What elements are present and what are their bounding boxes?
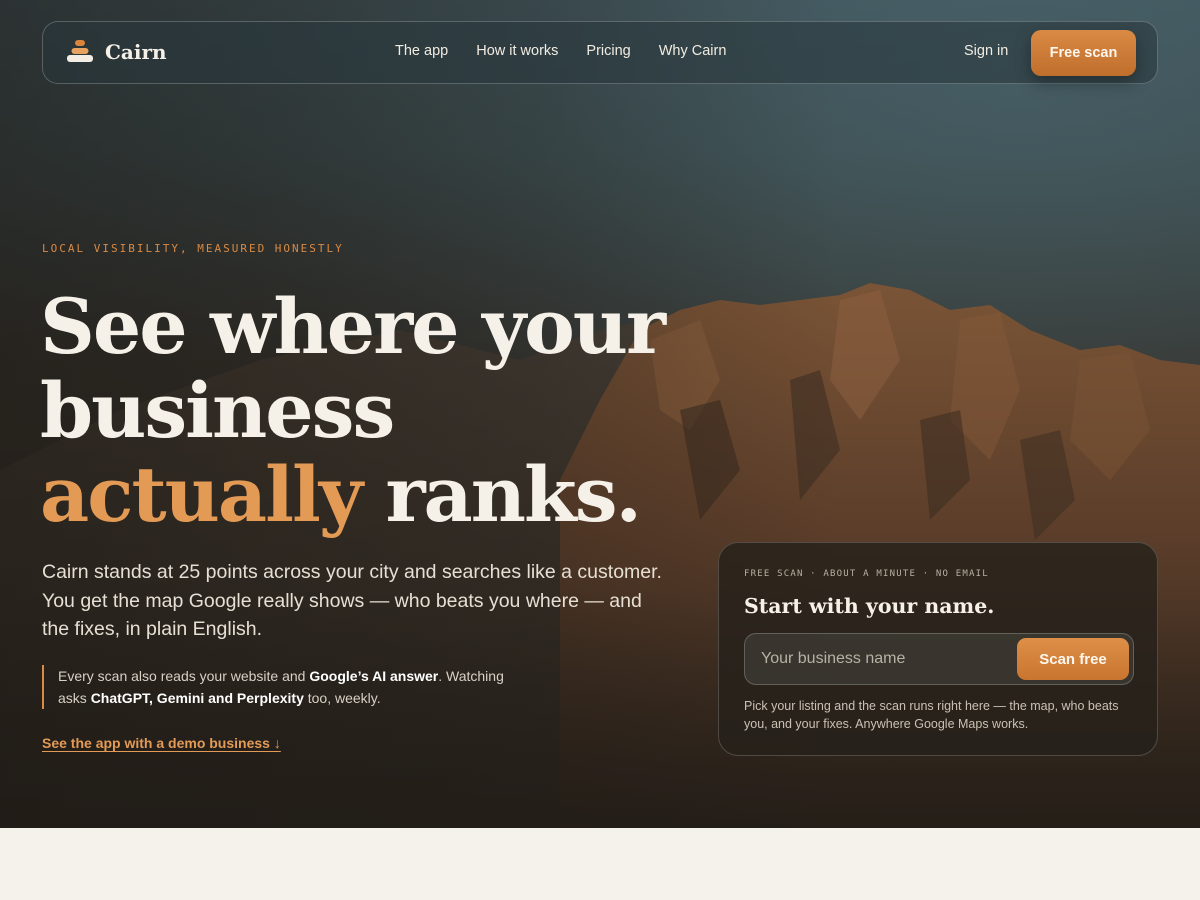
brand-name: Cairn — [105, 40, 167, 64]
brand[interactable]: Cairn — [67, 40, 167, 64]
business-name-input[interactable] — [745, 634, 1010, 684]
hero-eyebrow: LOCAL VISIBILITY, MEASURED HONESTLY — [42, 242, 344, 255]
scan-card-meta: FREE SCAN · ABOUT A MINUTE · NO EMAIL — [744, 569, 989, 579]
scan-card-title: Start with your name. — [744, 594, 995, 618]
nav-link-how-it-works[interactable]: How it works — [476, 43, 558, 59]
hero-section: Cairn The app How it works Pricing Why C… — [0, 0, 1200, 828]
headline-accent: actually — [40, 450, 363, 539]
scan-free-button[interactable]: Scan free — [1017, 638, 1129, 680]
hero-headline: See where your business actually ranks. — [40, 285, 680, 537]
headline-line-2: business — [40, 366, 395, 455]
note-text-1: Every scan also reads your website and — [58, 668, 310, 684]
business-name-field: Scan free — [744, 633, 1134, 685]
scan-card: FREE SCAN · ABOUT A MINUTE · NO EMAIL St… — [718, 542, 1158, 756]
free-scan-button[interactable]: Free scan — [1031, 30, 1136, 76]
cairn-logo-icon — [67, 40, 93, 64]
hero-lede: Cairn stands at 25 points across your ci… — [42, 561, 662, 640]
nav-links: The app How it works Pricing Why Cairn — [395, 43, 726, 59]
top-navbar: Cairn The app How it works Pricing Why C… — [42, 21, 1158, 84]
headline-line-1: See where your — [40, 282, 666, 371]
note-bold-1: Google’s AI answer — [309, 668, 439, 684]
demo-business-link[interactable]: See the app with a demo business ↓ — [42, 735, 281, 751]
nav-link-pricing[interactable]: Pricing — [586, 43, 630, 59]
note-text-3: too, weekly. — [303, 690, 381, 706]
nav-link-why-cairn[interactable]: Why Cairn — [659, 43, 727, 59]
sign-in-link[interactable]: Sign in — [964, 43, 1008, 59]
hero-note: Every scan also reads your website and G… — [42, 665, 522, 709]
headline-line-3: ranks. — [361, 450, 641, 539]
note-bold-2: ChatGPT, Gemini and Perplexity — [90, 690, 304, 706]
scan-card-help: Pick your listing and the scan runs righ… — [744, 699, 1119, 731]
nav-link-the-app[interactable]: The app — [395, 43, 448, 59]
